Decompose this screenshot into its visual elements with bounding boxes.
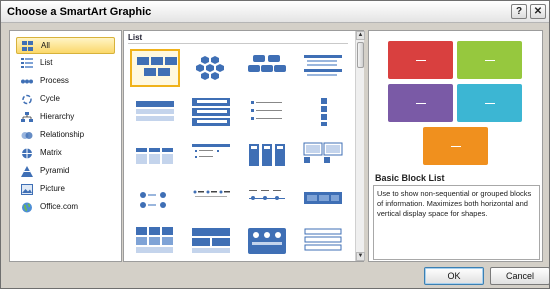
scroll-down-button[interactable]: ▼: [356, 252, 365, 261]
gallery-scrollbar[interactable]: ▲ ▼: [355, 31, 365, 261]
layout-thumbnail[interactable]: [130, 222, 180, 260]
layout-thumbnail[interactable]: [186, 137, 236, 175]
title-bar: Choose a SmartArt Graphic ? ✕: [1, 1, 549, 23]
cancel-button[interactable]: Cancel: [490, 267, 550, 285]
category-label: Picture: [40, 184, 65, 193]
ok-button[interactable]: OK: [424, 267, 484, 285]
layout-thumbnail[interactable]: [242, 137, 292, 175]
preview-layout-name: Basic Block List: [375, 173, 445, 183]
globe-icon: [22, 202, 32, 213]
category-label: Hierarchy: [40, 112, 75, 121]
layout-thumbnail[interactable]: [186, 181, 236, 219]
preview-pane: Basic Block List Use to show non-sequent…: [368, 30, 543, 262]
category-pyramid[interactable]: Pyramid: [16, 163, 115, 180]
preview-block-blue: [457, 84, 522, 122]
category-matrix[interactable]: Matrix: [16, 145, 115, 162]
category-list-item[interactable]: List: [16, 55, 115, 72]
grid-icon: [22, 41, 33, 51]
layout-thumbnail[interactable]: [242, 181, 292, 219]
layout-thumbnail[interactable]: [186, 93, 236, 131]
layout-thumbnail[interactable]: [130, 181, 180, 219]
layout-thumbnail[interactable]: [130, 137, 180, 175]
layout-thumbnail[interactable]: [298, 181, 348, 219]
preview-block-orange: [423, 127, 488, 165]
scroll-up-button[interactable]: ▲: [356, 31, 365, 40]
layout-thumbnail[interactable]: [298, 137, 348, 175]
dialog-title: Choose a SmartArt Graphic: [7, 6, 152, 18]
close-button[interactable]: ✕: [530, 4, 546, 19]
category-label: Pyramid: [40, 166, 70, 175]
preview-block-purple: [388, 84, 453, 122]
layout-thumbnail[interactable]: [186, 222, 236, 260]
category-label: Relationship: [40, 130, 85, 139]
category-label: List: [40, 58, 53, 67]
category-label: Process: [40, 76, 69, 85]
category-list: All List Process Cycle Hierarchy Relatio…: [9, 30, 122, 262]
layout-thumbnail[interactable]: [242, 93, 292, 131]
category-process[interactable]: Process: [16, 73, 115, 90]
layout-thumbnail[interactable]: [298, 93, 348, 131]
category-label: All: [41, 41, 50, 50]
category-relationship[interactable]: Relationship: [16, 127, 115, 144]
category-label: Office.com: [40, 202, 79, 211]
scroll-thumb[interactable]: [357, 42, 364, 68]
layout-thumbnail[interactable]: [242, 49, 292, 87]
layout-gallery: List ▲ ▼: [123, 30, 365, 262]
list-icon: [21, 58, 33, 68]
hierarchy-icon: [21, 112, 33, 122]
preview-block-green: [457, 41, 522, 79]
category-label: Cycle: [40, 94, 61, 103]
category-picture[interactable]: Picture: [16, 181, 115, 198]
relationship-icon: [21, 132, 33, 139]
category-cycle[interactable]: Cycle: [16, 91, 115, 108]
cycle-icon: [22, 94, 32, 105]
layout-thumbnail[interactable]: [298, 49, 348, 87]
layout-thumbnail[interactable]: [186, 49, 236, 87]
smartart-dialog: Choose a SmartArt Graphic ? ✕ All List P…: [0, 0, 550, 289]
matrix-icon: [22, 148, 32, 159]
category-hierarchy[interactable]: Hierarchy: [16, 109, 115, 126]
preview-block-red: [388, 41, 453, 79]
gallery-divider: [128, 43, 348, 44]
picture-icon: [21, 184, 33, 195]
layout-thumbnail[interactable]: [130, 93, 180, 131]
layout-thumbnail[interactable]: [298, 222, 348, 260]
layout-thumbnail[interactable]: [130, 49, 180, 87]
category-all[interactable]: All: [16, 37, 115, 54]
process-icon: [21, 79, 33, 84]
category-office-com[interactable]: Office.com: [16, 199, 115, 216]
help-button[interactable]: ?: [511, 4, 527, 19]
preview-description: Use to show non-sequential or grouped bl…: [373, 185, 540, 260]
layout-thumbnail[interactable]: [242, 222, 292, 260]
pyramid-icon: [21, 166, 33, 177]
gallery-heading: List: [128, 33, 143, 42]
category-label: Matrix: [40, 148, 62, 157]
